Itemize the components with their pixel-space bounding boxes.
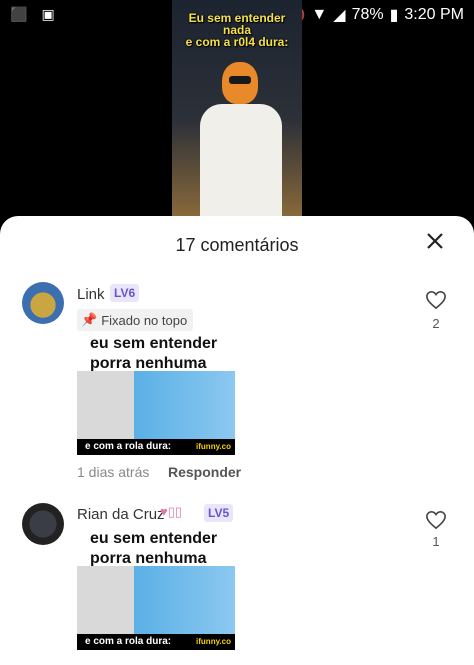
pinned-label: Fixado no topo (101, 312, 188, 328)
close-icon[interactable] (424, 230, 446, 252)
battery-icon: ▮ (389, 7, 399, 24)
like-count: 1 (432, 534, 440, 549)
notification-icon: ⬛ (10, 6, 28, 22)
level-badge: LV5 (204, 504, 234, 522)
video-person (200, 104, 282, 218)
comment-image-logo: ifunny.co (196, 637, 231, 646)
comments-count-title: 17 comentários (175, 235, 299, 255)
wifi-icon: ▼ (311, 6, 328, 23)
pinned-badge: 📌 Fixado no topo (77, 309, 194, 331)
comment-time: 1 dias atrás (77, 464, 150, 480)
pin-icon: 📌 (81, 312, 98, 327)
heart-icon[interactable] (425, 290, 447, 310)
like-count: 2 (432, 316, 440, 331)
avatar[interactable] (22, 282, 64, 324)
signal-icon: ◢ (333, 7, 346, 24)
comments-sheet: 17 comentários Link LV6 📌 Fixado no topo… (0, 216, 474, 665)
comment-username[interactable]: Rian da Cruz (77, 506, 165, 523)
avatar[interactable] (22, 503, 64, 545)
video-player[interactable]: Eu sem entender nada e com a r0l4 dura: (172, 0, 302, 218)
comment-image[interactable]: e com a rola dura: ifunny.co (77, 566, 235, 650)
video-pumpkin-mask (222, 62, 258, 104)
comment-text: eu sem entender porra nenhuma (90, 530, 218, 567)
level-badge: LV6 (110, 284, 140, 302)
status-right: 🔕 ▼ ◢ 78% ▮ 3:20 PM (285, 5, 464, 25)
status-left-icons: ⬛ ▣ (10, 6, 55, 23)
reply-button[interactable]: Responder (168, 464, 241, 480)
translate-icon: ▣ (41, 6, 55, 22)
heart-icon[interactable] (425, 510, 447, 530)
comment-text: eu sem entender porra nenhuma (90, 335, 218, 372)
comment-image-logo: ifunny.co (196, 442, 231, 451)
clock: 3:20 PM (404, 6, 464, 23)
video-caption: Eu sem entender nada e com a r0l4 dura: (185, 11, 289, 49)
comment-username[interactable]: Link (77, 286, 105, 303)
comment-image[interactable]: e com a rola dura: ifunny.co (77, 371, 235, 455)
emoji-decoration: ♥▯▯ (160, 504, 183, 519)
battery-percent: 78% (351, 6, 384, 23)
